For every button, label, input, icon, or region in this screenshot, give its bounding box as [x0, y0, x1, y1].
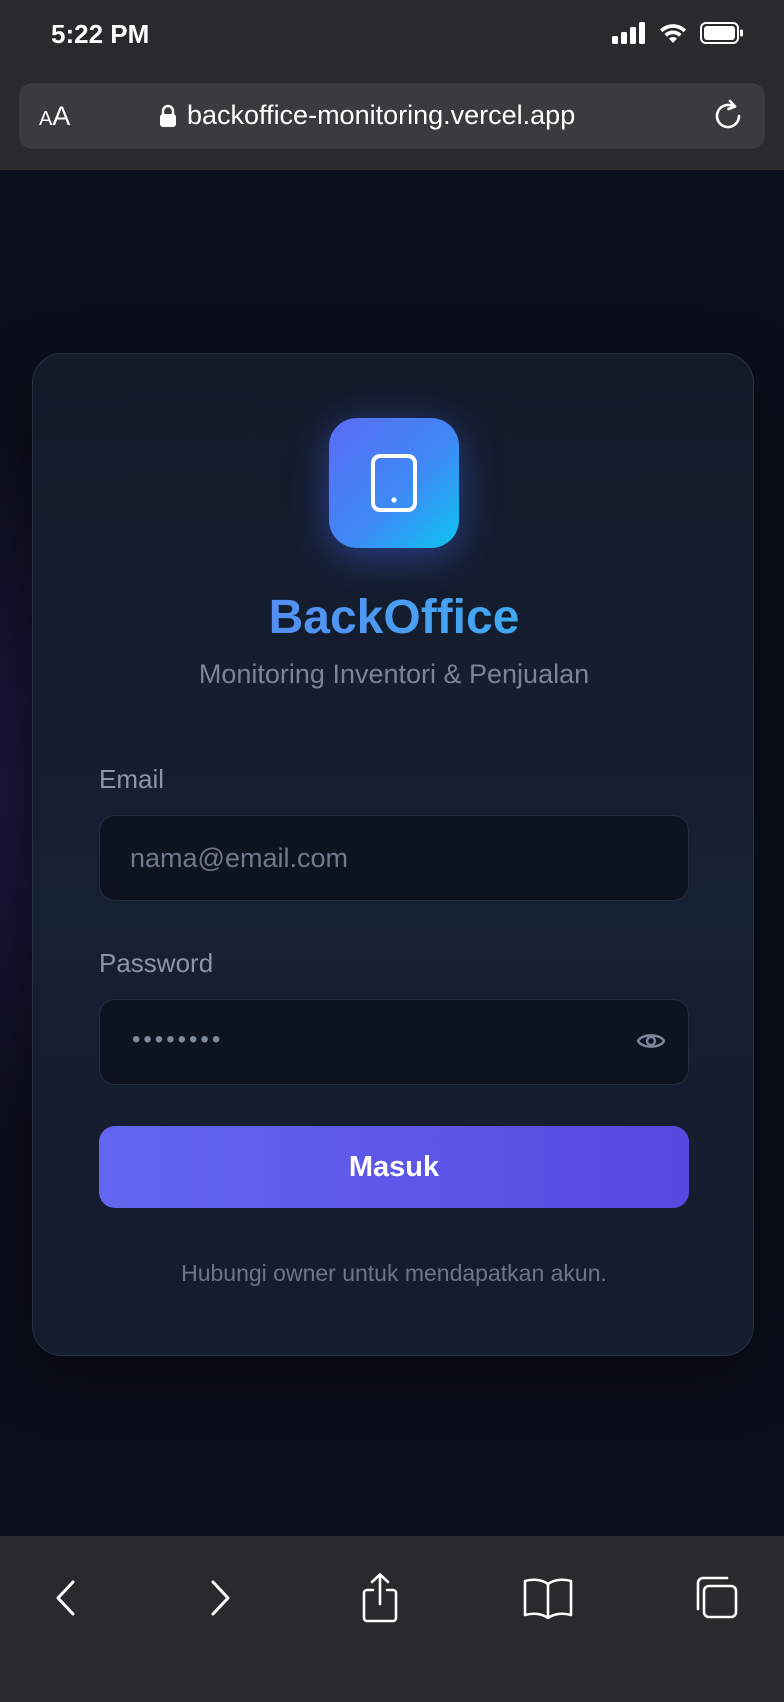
reload-icon[interactable]: [709, 97, 747, 135]
chevron-left-icon: [56, 1580, 75, 1616]
wifi-icon: [660, 24, 686, 43]
helper-text: Hubungi owner untuk mendapatkan akun.: [181, 1260, 607, 1286]
login-card: BackOffice Monitoring Inventori & Penjua…: [32, 353, 754, 1356]
login-button[interactable]: Masuk: [99, 1126, 689, 1208]
tablet-icon: [371, 454, 417, 512]
share-button[interactable]: [352, 1570, 408, 1626]
password-value: ••••••••: [132, 1026, 224, 1053]
password-label: Password: [99, 948, 214, 978]
browser-toolbar: [0, 1536, 784, 1702]
chevron-right-icon: [211, 1580, 230, 1616]
url-text: backoffice-monitoring.vercel.app: [187, 100, 576, 130]
text-size-button[interactable]: AA: [39, 101, 70, 132]
app-logo: [329, 418, 459, 548]
brand-title: BackOffice: [33, 590, 755, 645]
cellular-signal-icon: [612, 22, 645, 44]
browser-address-area: AA backoffice-monitoring.vercel.app: [0, 70, 784, 170]
forward-button[interactable]: [192, 1570, 248, 1626]
email-label: Email: [99, 764, 165, 794]
page-content: BackOffice Monitoring Inventori & Penjua…: [0, 170, 784, 1536]
back-button[interactable]: [38, 1570, 94, 1626]
email-field[interactable]: nama@email.com: [99, 815, 689, 901]
password-field[interactable]: ••••••••: [99, 999, 689, 1085]
share-icon: [362, 1573, 398, 1623]
tabs-icon: [696, 1576, 738, 1619]
email-placeholder: nama@email.com: [130, 843, 348, 873]
lock-icon: [160, 104, 176, 127]
book-icon: [523, 1578, 573, 1620]
status-bar: 5:22 PM: [0, 0, 784, 70]
status-time: 5:22 PM: [51, 19, 150, 49]
url-display[interactable]: backoffice-monitoring.vercel.app: [159, 100, 575, 131]
bookmarks-button[interactable]: [520, 1570, 576, 1626]
brand-subtitle: Monitoring Inventori & Penjualan: [198, 659, 590, 689]
address-bar[interactable]: AA backoffice-monitoring.vercel.app: [19, 83, 765, 149]
status-icons: [612, 22, 744, 44]
eye-icon[interactable]: [636, 1029, 666, 1053]
battery-icon: [700, 22, 743, 44]
tabs-button[interactable]: [688, 1570, 744, 1626]
